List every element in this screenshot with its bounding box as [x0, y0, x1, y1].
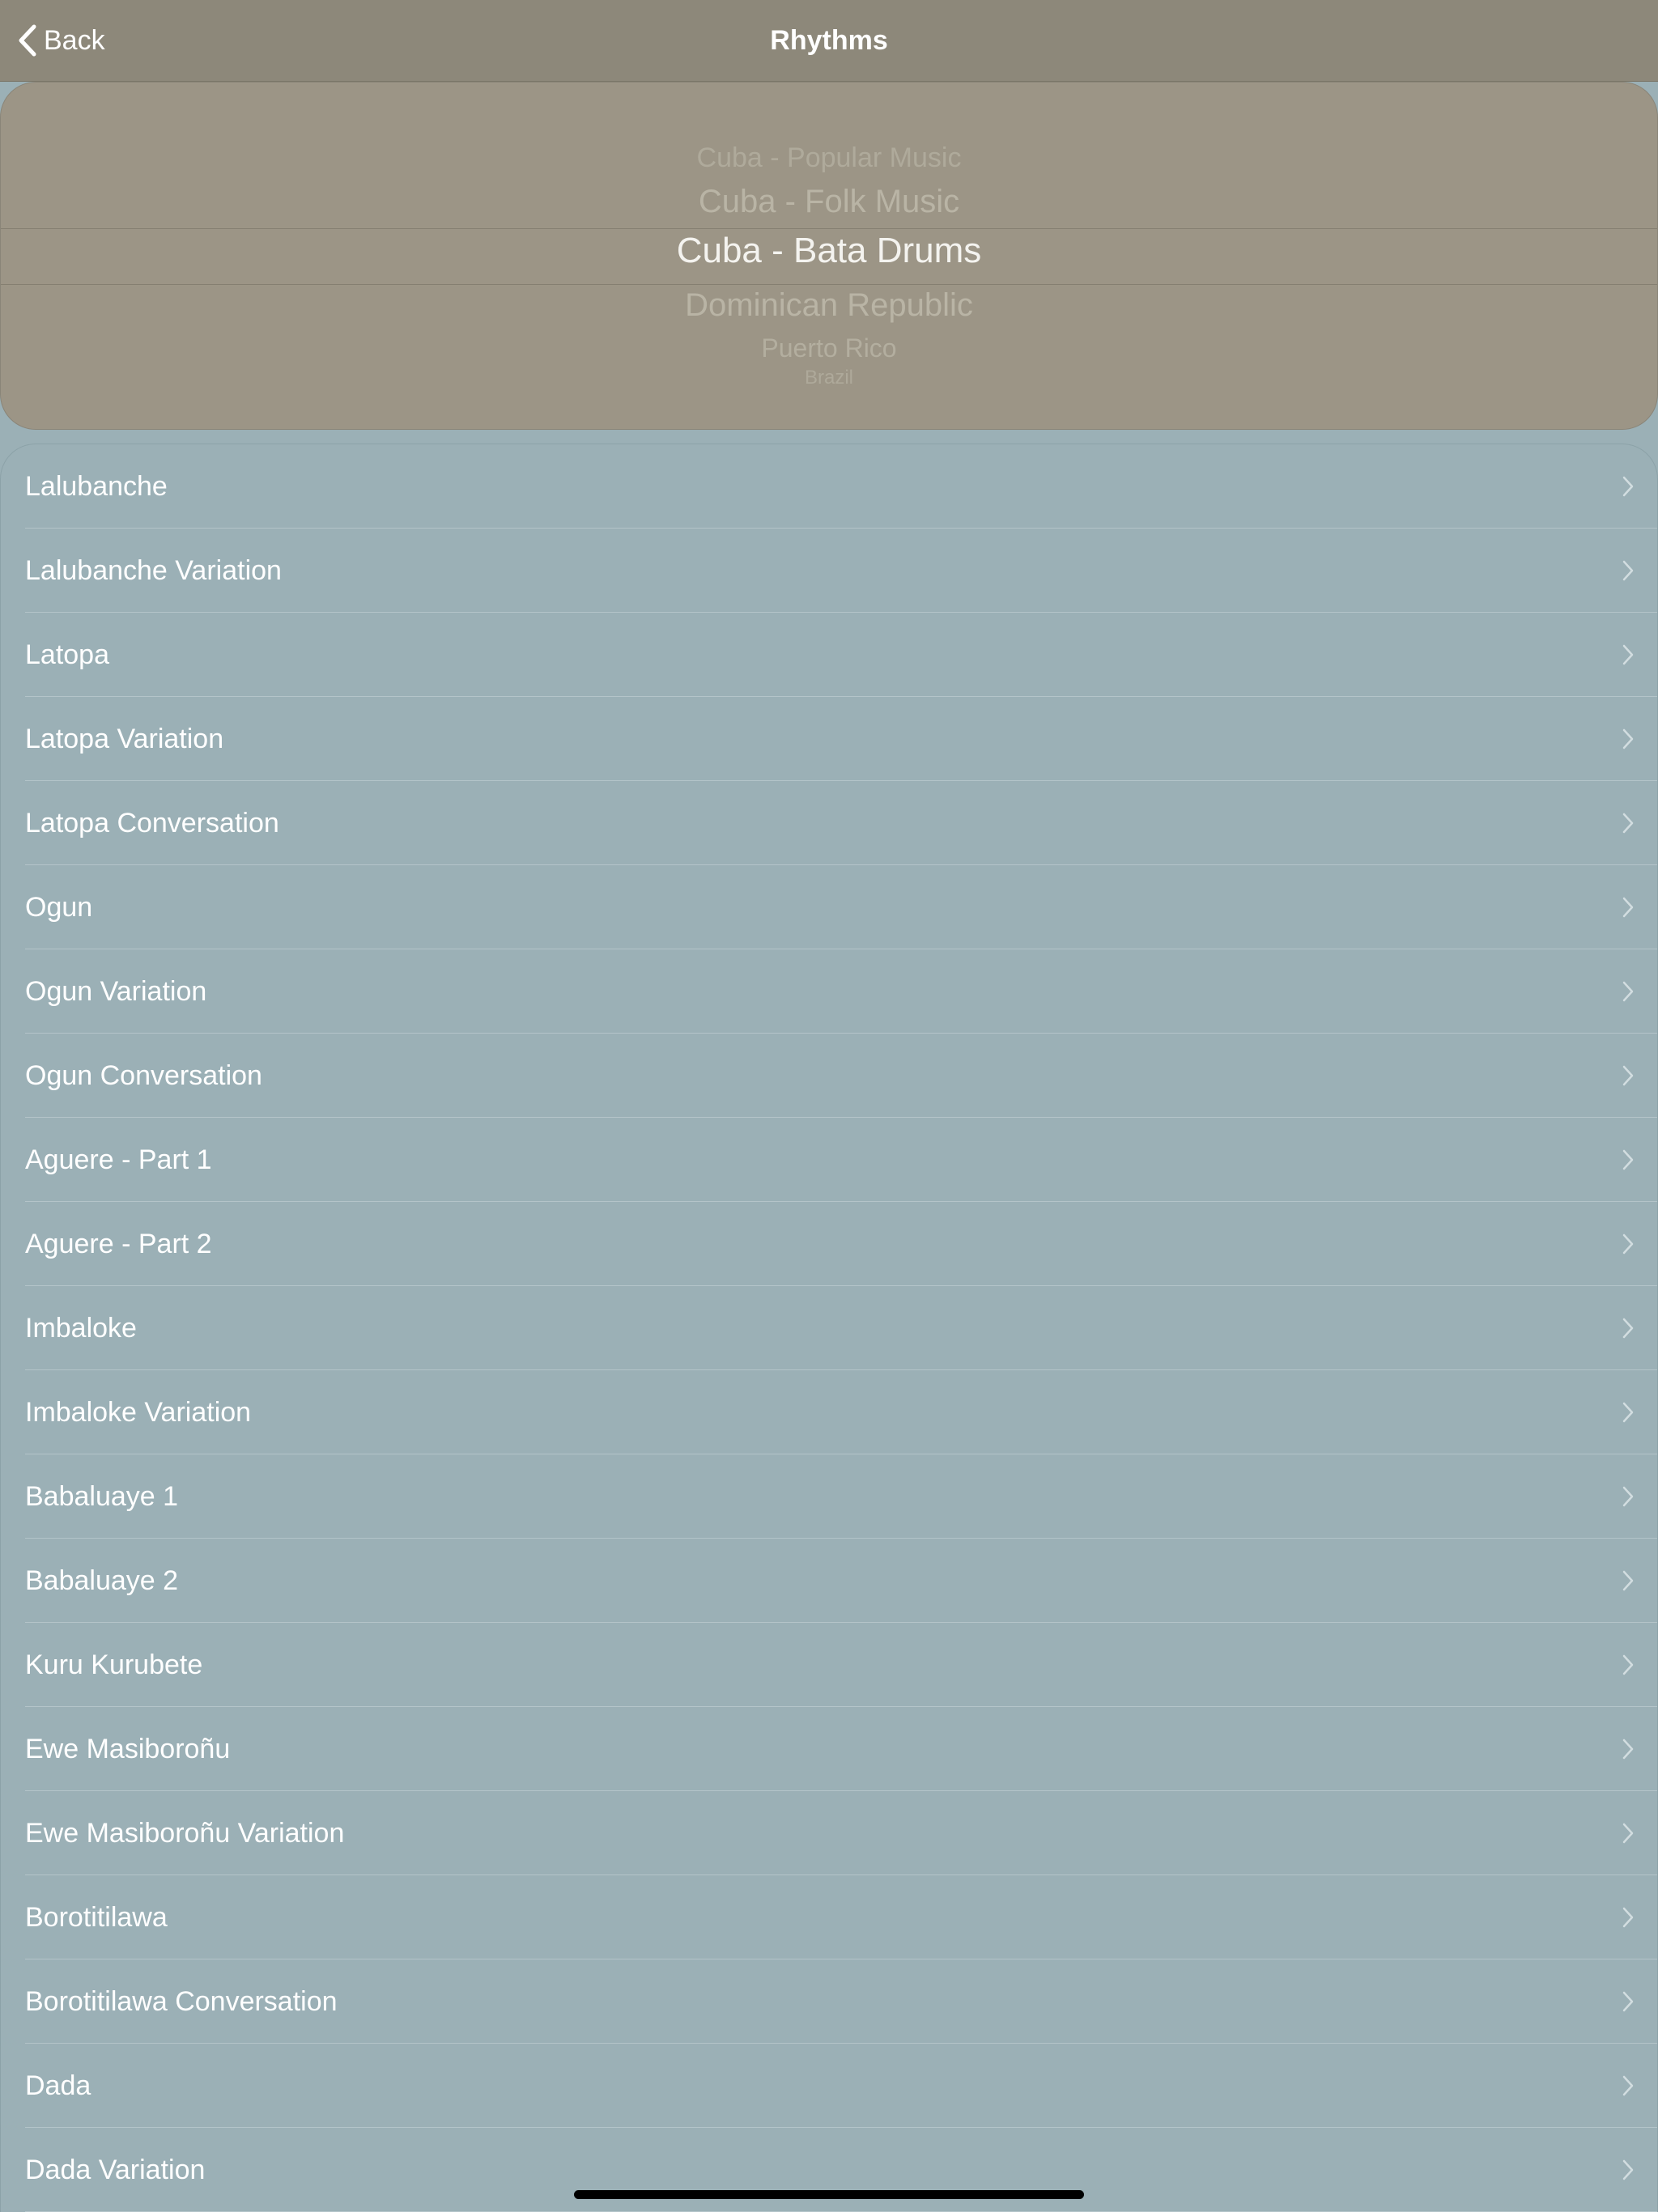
- chevron-right-icon: [1622, 1233, 1635, 1255]
- list-item[interactable]: Imbaloke Variation: [1, 1370, 1657, 1454]
- list-item[interactable]: Dada: [1, 2044, 1657, 2128]
- list-item-label: Ogun Conversation: [25, 1060, 262, 1091]
- list-item[interactable]: Aguere - Part 1: [1, 1118, 1657, 1202]
- chevron-right-icon: [1622, 1569, 1635, 1592]
- picker-item[interactable]: Brazil: [1, 367, 1657, 388]
- list-item-label: Ogun Variation: [25, 976, 207, 1007]
- list-item-label: Dada: [25, 2070, 91, 2101]
- rhythm-list: Lalubanche Lalubanche Variation Latopa Lato…: [0, 444, 1658, 2212]
- chevron-right-icon: [1622, 1064, 1635, 1087]
- list-item-label: Kuru Kurubete: [25, 1649, 203, 1680]
- list-item[interactable]: Dada Variation: [1, 2128, 1657, 2212]
- picker-item-selected[interactable]: Cuba - Bata Drums: [1, 229, 1657, 273]
- chevron-right-icon: [1622, 1317, 1635, 1340]
- chevron-right-icon: [1622, 1906, 1635, 1929]
- chevron-right-icon: [1622, 2074, 1635, 2097]
- list-item-label: Ewe Masiboroñu Variation: [25, 1818, 345, 1849]
- list-item[interactable]: Lalubanche Variation: [1, 529, 1657, 613]
- picker-item[interactable]: Cuba - Popular Music: [1, 142, 1657, 174]
- chevron-right-icon: [1622, 728, 1635, 750]
- list-item[interactable]: Latopa Conversation: [1, 781, 1657, 865]
- picker-item[interactable]: Cuba - Folk Music: [1, 183, 1657, 220]
- list-item[interactable]: Borotitilawa Conversation: [1, 1959, 1657, 2044]
- list-item-label: Lalubanche: [25, 471, 168, 502]
- list-item[interactable]: Babaluaye 1: [1, 1454, 1657, 1539]
- list-item-label: Latopa Conversation: [25, 808, 279, 839]
- chevron-right-icon: [1622, 559, 1635, 582]
- list-item-label: Imbaloke: [25, 1313, 137, 1344]
- list-item-label: Ogun: [25, 892, 93, 923]
- list-item[interactable]: Ewe Masiboroñu: [1, 1707, 1657, 1791]
- chevron-right-icon: [1622, 475, 1635, 498]
- list-item[interactable]: Ewe Masiboroñu Variation: [1, 1791, 1657, 1875]
- list-item-label: Babaluaye 1: [25, 1481, 179, 1512]
- chevron-right-icon: [1622, 643, 1635, 666]
- list-item[interactable]: Latopa: [1, 613, 1657, 697]
- chevron-right-icon: [1622, 1738, 1635, 1760]
- chevron-right-icon: [1622, 1148, 1635, 1171]
- chevron-right-icon: [1622, 1401, 1635, 1424]
- chevron-right-icon: [1622, 896, 1635, 919]
- list-item-label: Ewe Masiboroñu: [25, 1734, 231, 1764]
- navigation-bar: Back Rhythms: [0, 0, 1658, 82]
- picker-item[interactable]: Dominican Republic: [1, 287, 1657, 324]
- list-item-label: Borotitilawa: [25, 1902, 168, 1933]
- list-item-label: Lalubanche Variation: [25, 555, 282, 586]
- picker-item[interactable]: Puerto Rico: [1, 333, 1657, 363]
- picker-selection-bottom-line: [1, 284, 1657, 285]
- page-title: Rhythms: [770, 25, 888, 56]
- chevron-right-icon: [1622, 812, 1635, 834]
- list-item-label: Latopa Variation: [25, 724, 224, 754]
- list-item[interactable]: Ogun Variation: [1, 949, 1657, 1034]
- list-item-label: Aguere - Part 1: [25, 1144, 212, 1175]
- list-item[interactable]: Ogun: [1, 865, 1657, 949]
- list-item[interactable]: Aguere - Part 2: [1, 1202, 1657, 1286]
- chevron-right-icon: [1622, 1990, 1635, 2013]
- list-item-label: Aguere - Part 2: [25, 1229, 212, 1259]
- chevron-right-icon: [1622, 1654, 1635, 1676]
- list-item[interactable]: Imbaloke: [1, 1286, 1657, 1370]
- list-item[interactable]: Kuru Kurubete: [1, 1623, 1657, 1707]
- list-item[interactable]: Borotitilawa: [1, 1875, 1657, 1959]
- chevron-right-icon: [1622, 1822, 1635, 1845]
- list-item[interactable]: Babaluaye 2: [1, 1539, 1657, 1623]
- list-item[interactable]: Ogun Conversation: [1, 1034, 1657, 1118]
- list-item-label: Babaluaye 2: [25, 1565, 179, 1596]
- list-item[interactable]: Latopa Variation: [1, 697, 1657, 781]
- chevron-right-icon: [1622, 2159, 1635, 2181]
- list-item-label: Imbaloke Variation: [25, 1397, 252, 1428]
- list-item[interactable]: Lalubanche: [1, 444, 1657, 529]
- chevron-right-icon: [1622, 980, 1635, 1003]
- list-item-label: Dada Variation: [25, 2155, 206, 2185]
- list-item-label: Borotitilawa Conversation: [25, 1986, 338, 2017]
- region-picker[interactable]: Cuba - Popular Music Cuba - Folk Music C…: [0, 82, 1658, 430]
- list-item-label: Latopa: [25, 639, 109, 670]
- chevron-right-icon: [1622, 1485, 1635, 1508]
- home-indicator: [574, 2190, 1084, 2199]
